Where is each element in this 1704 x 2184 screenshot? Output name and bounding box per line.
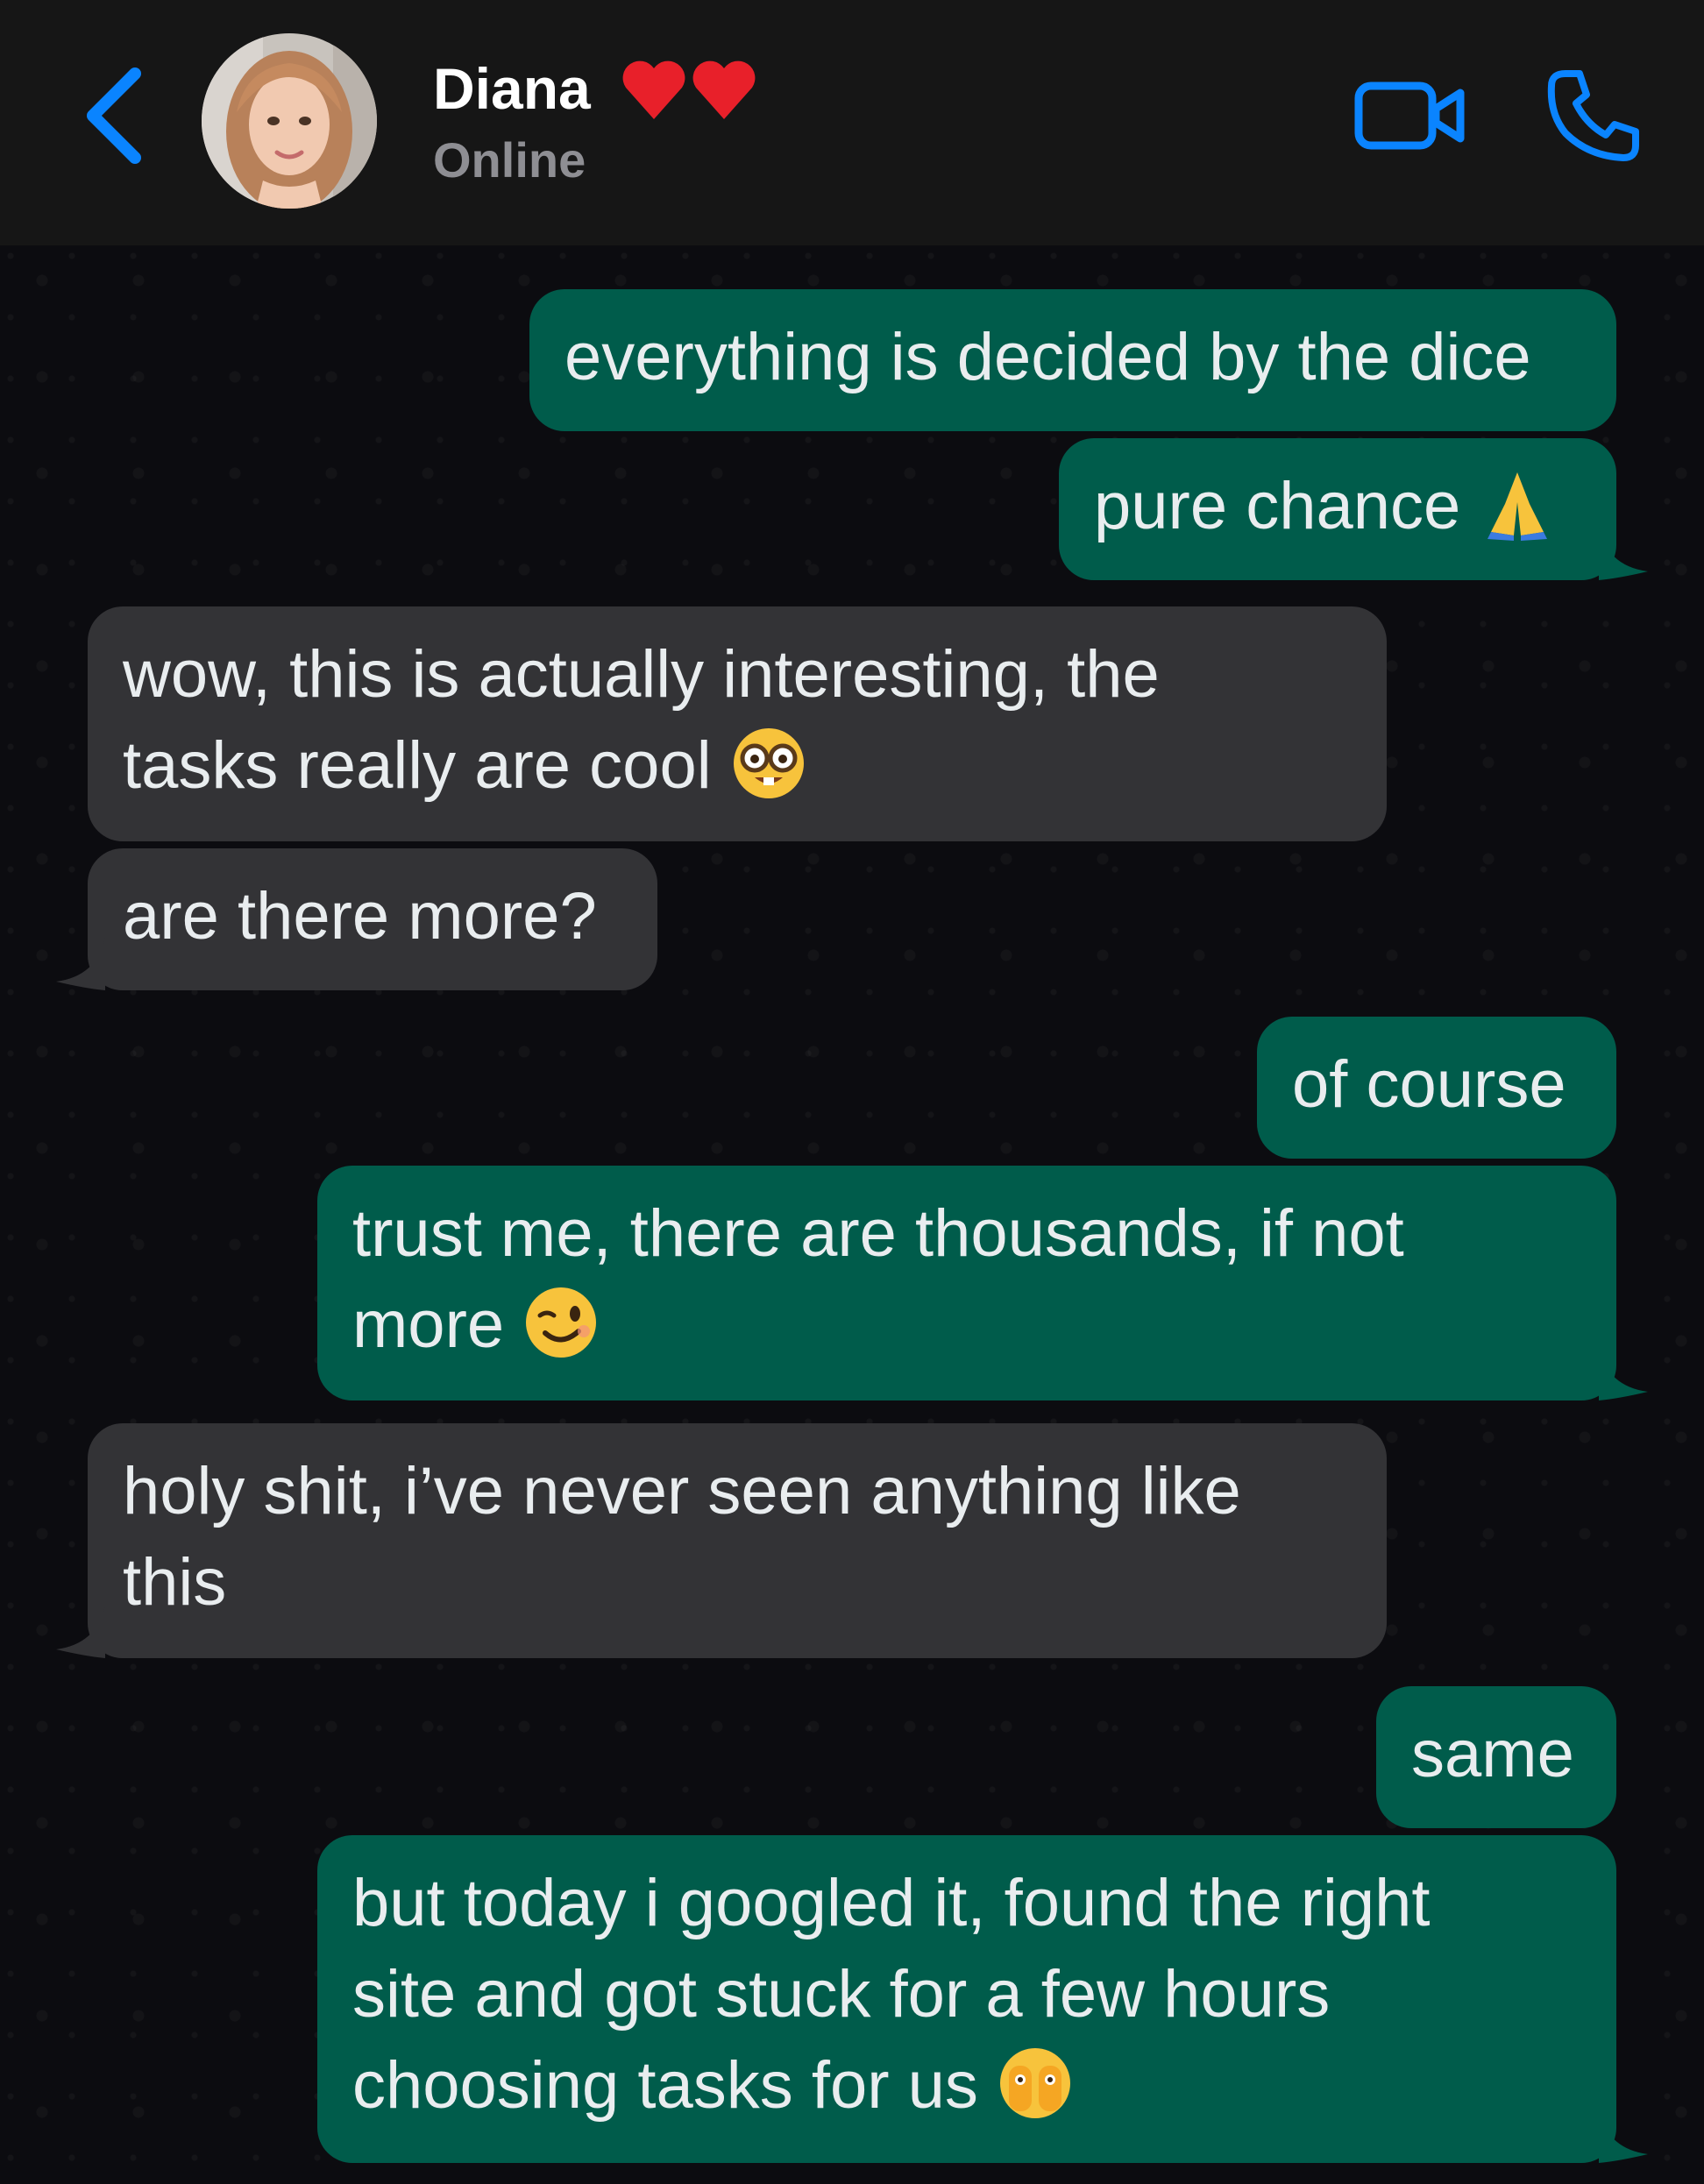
chevron-left-icon[interactable] bbox=[81, 63, 151, 168]
message-text: same bbox=[1411, 1717, 1574, 1791]
bubble-tail bbox=[56, 938, 105, 990]
message-text: trust me, there are thousands, if not mo… bbox=[352, 1196, 1404, 1362]
message-bubble-outgoing[interactable]: of course bbox=[1257, 1017, 1616, 1159]
folded-hands-icon bbox=[1479, 464, 1556, 541]
contact-name[interactable]: Diana bbox=[433, 54, 591, 123]
message-bubble-incoming[interactable]: holy shit, i’ve never seen anything like… bbox=[56, 1423, 1387, 1658]
face-with-open-eyes-and-hand-over-mouth-icon bbox=[997, 2043, 1074, 2120]
message-text: holy shit, i’ve never seen anything like… bbox=[123, 1454, 1241, 1620]
chat-header: Diana Online bbox=[0, 0, 1704, 245]
bubble-tail bbox=[1599, 528, 1648, 580]
message-text: are there more? bbox=[123, 879, 597, 954]
message-bubble-outgoing[interactable]: but today i googled it, found the right … bbox=[317, 1835, 1648, 2163]
message-bubble-outgoing[interactable]: same bbox=[1376, 1686, 1616, 1828]
bubble-tail bbox=[1599, 1348, 1648, 1400]
bubble-tail bbox=[56, 1606, 105, 1658]
message-text: pure chance bbox=[1094, 469, 1480, 543]
online-status: Online bbox=[433, 132, 586, 188]
message-text: wow, this is actually interesting, the t… bbox=[123, 637, 1160, 803]
message-bubble-incoming[interactable]: wow, this is actually interesting, the t… bbox=[88, 606, 1387, 841]
winking-face-icon bbox=[522, 1282, 600, 1359]
red-hearts-icon bbox=[622, 60, 756, 119]
message-text: of course bbox=[1292, 1047, 1566, 1122]
video-call-icon[interactable] bbox=[1353, 74, 1467, 158]
message-text: but today i googled it, found the right … bbox=[352, 1866, 1431, 2123]
message-text: everything is decided by the dice bbox=[564, 320, 1531, 394]
message-bubble-outgoing[interactable]: everything is decided by the dice bbox=[529, 289, 1616, 431]
avatar[interactable] bbox=[202, 33, 377, 209]
nerd-face-icon bbox=[730, 723, 807, 800]
chat-background: everything is decided by the dice pure c… bbox=[0, 245, 1704, 2184]
message-bubble-incoming[interactable]: are there more? bbox=[56, 848, 657, 990]
message-bubble-outgoing[interactable]: trust me, there are thousands, if not mo… bbox=[317, 1166, 1648, 1400]
phone-call-icon[interactable] bbox=[1544, 67, 1643, 165]
message-bubble-outgoing[interactable]: pure chance bbox=[1059, 438, 1648, 580]
bubble-tail bbox=[1599, 2110, 1648, 2163]
